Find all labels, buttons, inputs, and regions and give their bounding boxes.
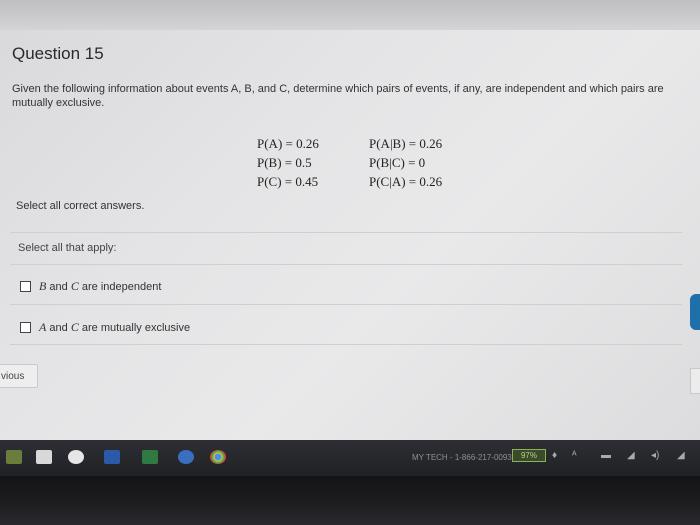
- probability-table: P(A) = 0.26 P(A|B) = 0.26 P(B) = 0.5 P(B…: [257, 136, 479, 190]
- word-icon[interactable]: [104, 450, 120, 464]
- prob-b-given-c: P(B|C) = 0: [369, 155, 426, 170]
- checkbox[interactable]: [20, 322, 31, 333]
- network-icon[interactable]: ▬: [601, 450, 611, 461]
- prob-c: P(C) = 0.45: [257, 174, 319, 189]
- settings-icon[interactable]: [178, 450, 194, 464]
- power-icon[interactable]: ♦: [552, 450, 557, 461]
- excel-icon[interactable]: [142, 450, 158, 464]
- select-all-apply-label: Select all that apply:: [18, 242, 117, 254]
- divider: [10, 304, 682, 305]
- option-label: B and C are independent: [39, 279, 162, 293]
- select-all-correct-label: Select all correct answers.: [16, 200, 145, 212]
- answer-option-a-c-mutually-exclusive[interactable]: A and C are mutually exclusive: [20, 320, 190, 335]
- browser-viewport: Question 15 Given the following informat…: [0, 0, 700, 448]
- mail-icon[interactable]: [68, 450, 84, 464]
- store-icon[interactable]: [36, 450, 52, 464]
- chrome-icon[interactable]: [210, 450, 226, 464]
- checkbox[interactable]: [20, 281, 31, 292]
- volume-icon[interactable]: ◂): [651, 450, 659, 461]
- wifi-icon[interactable]: ◢: [627, 450, 635, 461]
- notification-icon[interactable]: ◢: [677, 450, 685, 461]
- desktop-icon[interactable]: [6, 450, 22, 464]
- battery-indicator[interactable]: 97%: [512, 449, 546, 462]
- prob-a-given-b: P(A|B) = 0.26: [369, 136, 443, 151]
- divider: [10, 232, 682, 233]
- browser-chrome-strip: [0, 0, 700, 30]
- laptop-bezel: [0, 476, 700, 525]
- support-phone-text: MY TECH - 1-866-217-0093: [412, 453, 512, 462]
- question-title: Question 15: [12, 44, 104, 63]
- divider: [10, 264, 682, 265]
- prob-b: P(B) = 0.5: [257, 155, 312, 170]
- question-body: Given the following information about ev…: [12, 83, 664, 109]
- prob-a: P(A) = 0.26: [257, 136, 319, 151]
- divider: [10, 344, 682, 345]
- previous-button[interactable]: vious: [0, 364, 38, 388]
- people-icon[interactable]: ᴬ: [572, 450, 577, 461]
- next-button-edge[interactable]: [690, 368, 700, 394]
- option-label: A and C are mutually exclusive: [39, 320, 191, 334]
- taskbar: MY TECH - 1-866-217-0093 97% ♦ ᴬ ▬ ◢ ◂) …: [0, 440, 700, 476]
- prob-c-given-a: P(C|A) = 0.26: [369, 174, 443, 189]
- side-panel-tab[interactable]: [690, 294, 700, 330]
- answer-option-b-c-independent[interactable]: B and C are independent: [20, 279, 161, 294]
